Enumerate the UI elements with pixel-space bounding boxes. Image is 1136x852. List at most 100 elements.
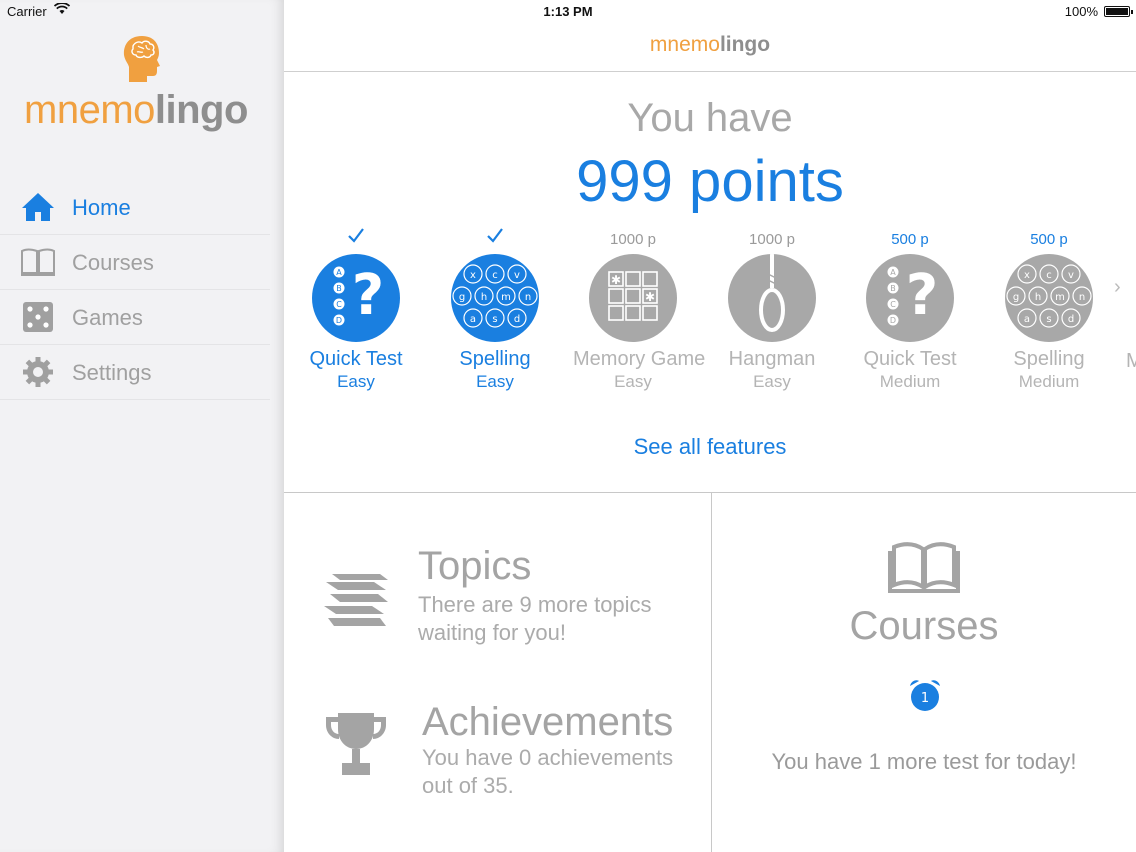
books-stack-icon bbox=[324, 574, 388, 626]
achievements-text-line2: out of 35. bbox=[422, 773, 514, 798]
svg-text:✱: ✱ bbox=[645, 290, 655, 304]
svg-text:C: C bbox=[336, 300, 342, 309]
feature-quick-test-medium[interactable]: 500 p A B C D ? Quick Test Medium bbox=[850, 226, 970, 392]
alarm-clock-icon: 1 bbox=[910, 680, 940, 711]
svg-text:x: x bbox=[1024, 270, 1030, 281]
sidebar-nav: Home Courses Games Settings bbox=[0, 180, 270, 400]
svg-text:c: c bbox=[492, 270, 498, 281]
sidebar-item-label: Courses bbox=[72, 250, 154, 275]
svg-text:A: A bbox=[890, 268, 896, 277]
achievements-title: Achievements bbox=[422, 700, 674, 744]
points-value: 999 points bbox=[576, 149, 844, 214]
sidebar-item-label: Settings bbox=[72, 360, 152, 385]
svg-text:a: a bbox=[470, 314, 476, 325]
section-divider bbox=[284, 492, 1136, 493]
svg-text:s: s bbox=[492, 314, 497, 325]
svg-text:✱: ✱ bbox=[611, 273, 621, 287]
svg-text:v: v bbox=[1068, 270, 1074, 281]
feature-spelling-medium[interactable]: 500 p x c v g h m n a s d Spelling Medium bbox=[989, 226, 1109, 392]
points-caption: You have bbox=[627, 96, 793, 140]
sidebar-item-courses[interactable]: Courses bbox=[0, 235, 270, 290]
feature-name: Hangman bbox=[728, 348, 816, 370]
main-content: mnemolingo You have 999 points A B C D ?… bbox=[284, 0, 1136, 852]
sidebar: mnemolingo Home Courses Games Settings bbox=[0, 0, 284, 852]
battery-icon bbox=[1104, 6, 1133, 17]
svg-text:A: A bbox=[336, 268, 342, 277]
feature-name: Quick Test bbox=[309, 348, 403, 370]
checkmark-icon bbox=[487, 228, 503, 243]
feature-quick-test-easy[interactable]: A B C D ? Quick Test Easy bbox=[296, 226, 416, 392]
feature-cost: 500 p bbox=[891, 231, 929, 248]
svg-text:g: g bbox=[1013, 292, 1019, 303]
svg-text:s: s bbox=[1046, 314, 1051, 325]
svg-text:h: h bbox=[1035, 292, 1041, 303]
svg-text:h: h bbox=[481, 292, 487, 303]
header-divider bbox=[284, 71, 1136, 72]
svg-text:v: v bbox=[514, 270, 520, 281]
svg-text:D: D bbox=[890, 316, 896, 325]
achievements-text-line1: You have 0 achievements bbox=[422, 745, 674, 770]
quiz-icon: A B C D ? bbox=[866, 254, 954, 342]
feature-level: Medium bbox=[1018, 372, 1080, 391]
feature-name: Spelling bbox=[1013, 348, 1085, 370]
svg-text:g: g bbox=[459, 292, 465, 303]
svg-text:m: m bbox=[501, 292, 511, 303]
feature-name: Spelling bbox=[459, 348, 531, 370]
sidebar-item-home[interactable]: Home bbox=[0, 180, 270, 235]
chevron-right-icon[interactable]: › bbox=[1114, 276, 1121, 299]
spelling-icon: x c v g h m n a s d bbox=[451, 254, 539, 342]
brain-head-logo-icon bbox=[123, 36, 160, 82]
feature-level: Easy bbox=[753, 372, 791, 391]
book-icon bbox=[21, 248, 55, 276]
tile-divider bbox=[711, 492, 712, 852]
dice-icon bbox=[23, 302, 53, 332]
memory-grid-icon: ✱ ✱ bbox=[589, 254, 677, 342]
gear-icon bbox=[23, 357, 53, 387]
trophy-icon bbox=[326, 713, 386, 775]
courses-message: You have 1 more test for today! bbox=[771, 749, 1077, 774]
svg-text:C: C bbox=[890, 300, 896, 309]
svg-text:d: d bbox=[514, 314, 520, 325]
sidebar-item-games[interactable]: Games bbox=[0, 290, 270, 345]
feature-level: Medium bbox=[879, 372, 941, 391]
feature-memory-game-easy[interactable]: 1000 p ✱ ✱ Memory Game Easy bbox=[573, 226, 706, 392]
see-all-features-link[interactable]: See all features bbox=[284, 434, 1136, 460]
topics-text-line1: There are 9 more topics bbox=[418, 592, 652, 617]
svg-text:c: c bbox=[1046, 270, 1052, 281]
feature-hangman-easy[interactable]: 1000 p Hangman Easy bbox=[712, 226, 832, 392]
svg-text:n: n bbox=[1079, 292, 1085, 303]
sidebar-item-label: Home bbox=[72, 195, 131, 220]
svg-text:m: m bbox=[1055, 292, 1065, 303]
open-book-icon bbox=[888, 542, 960, 593]
feature-cost: 500 p bbox=[1030, 231, 1068, 248]
feature-name: Memory Game bbox=[573, 348, 706, 370]
feature-spelling-easy[interactable]: x c v g h m n a s d Spelling Easy bbox=[435, 226, 555, 392]
svg-text:?: ? bbox=[352, 263, 384, 328]
feature-cost: 1000 p bbox=[749, 231, 795, 248]
feature-cost: 1000 p bbox=[610, 231, 656, 248]
feature-name: Quick Test bbox=[863, 348, 957, 370]
topics-title: Topics bbox=[418, 544, 532, 588]
battery-percent: 100% bbox=[1064, 4, 1098, 19]
svg-text:B: B bbox=[336, 284, 342, 293]
brand-logo: mnemolingo bbox=[24, 88, 248, 132]
header-logo: mnemolingo bbox=[649, 33, 771, 56]
svg-text:x: x bbox=[470, 270, 476, 281]
quiz-icon: A B C D ? bbox=[312, 254, 400, 342]
alarm-badge-count: 1 bbox=[921, 691, 929, 706]
clock: 1:13 PM bbox=[543, 4, 593, 19]
feature-level: Easy bbox=[337, 372, 375, 391]
svg-text:n: n bbox=[525, 292, 531, 303]
topics-text-line2: waiting for you! bbox=[418, 620, 566, 645]
status-bar: Carrier 1:13 PM 100% bbox=[0, 0, 1136, 22]
svg-text:d: d bbox=[1068, 314, 1074, 325]
svg-text:a: a bbox=[1024, 314, 1030, 325]
feature-name-partial: M bbox=[1126, 350, 1136, 372]
feature-level: Easy bbox=[614, 372, 652, 391]
home-icon bbox=[22, 193, 54, 221]
svg-text:?: ? bbox=[906, 263, 938, 328]
sidebar-item-settings[interactable]: Settings bbox=[0, 345, 270, 400]
features-carousel[interactable]: A B C D ? Quick Test Easy x c v g h m n … bbox=[284, 226, 1136, 406]
checkmark-icon bbox=[348, 228, 364, 243]
svg-text:B: B bbox=[890, 284, 896, 293]
